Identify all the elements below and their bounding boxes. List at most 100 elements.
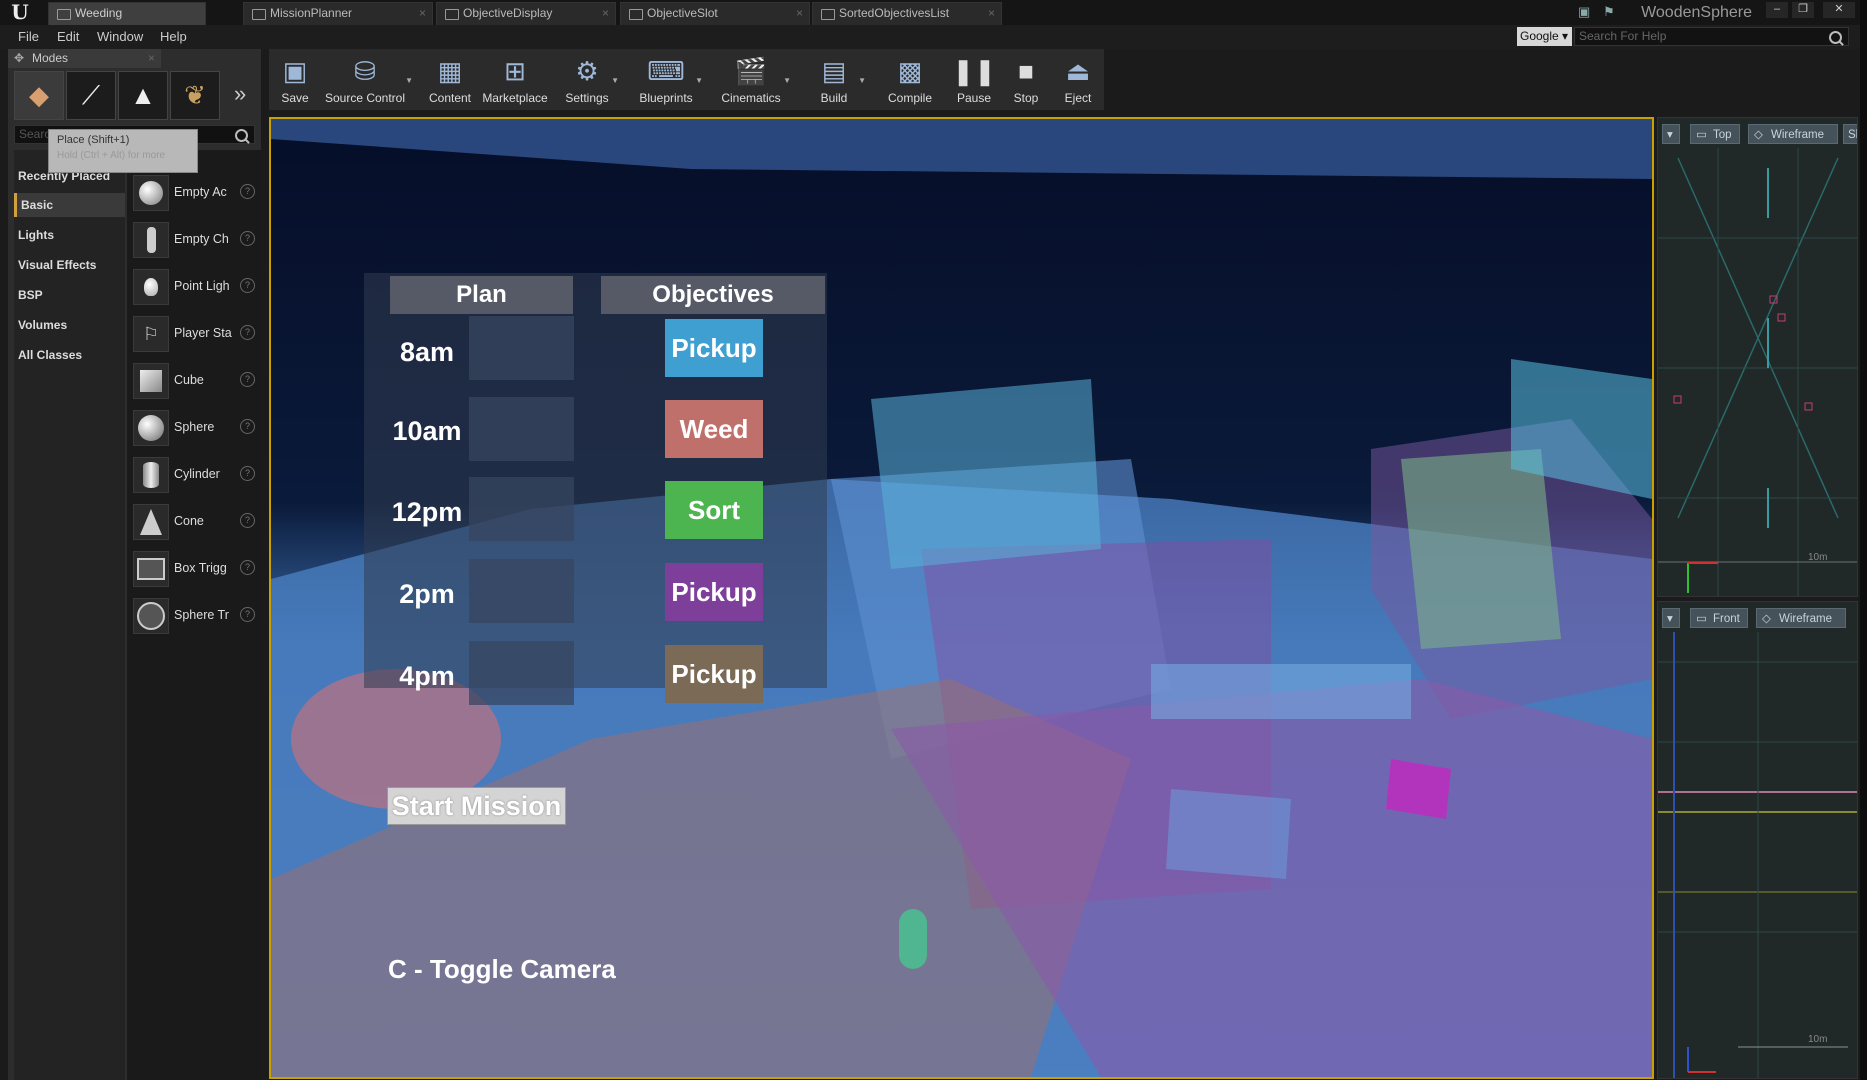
objective-button[interactable]: Pickup [665,319,763,377]
front-view-label: Front [1713,613,1740,625]
time-label: 4pm [399,661,455,691]
top-viewport[interactable]: ▾ ▭ Top ◇ Wireframe Sh 10m [1657,117,1858,597]
list-item[interactable]: Box Trigg? [127,546,261,591]
close-icon[interactable]: × [419,3,426,24]
start-mission-button[interactable]: Start Mission [387,787,566,825]
help-icon[interactable]: ? [240,607,255,622]
plan-slot[interactable] [469,559,574,623]
compile-button[interactable]: ▩ Compile [881,49,939,110]
objective-button[interactable]: Pickup [665,563,763,621]
category-volumes[interactable]: Volumes [14,313,125,337]
viewport-options-button[interactable]: ▾ [1662,608,1680,628]
front-viewport[interactable]: ▾ ▭ Front ◇ Wireframe 10m [1657,601,1858,1079]
list-item[interactable]: Cylinder? [127,452,261,497]
plan-slot[interactable] [469,316,574,380]
menu-edit[interactable]: Edit [57,25,79,49]
build-button[interactable]: ▤ Build ▼ [808,49,866,110]
list-item[interactable]: Sphere Tr? [127,593,261,638]
foliage-mode-button[interactable]: ❦ [170,71,220,120]
tab-weeding[interactable]: Weeding [48,2,206,25]
category-bsp[interactable]: BSP [14,283,125,307]
blueprints-button[interactable]: ⌨ Blueprints ▼ [635,49,703,110]
save-button[interactable]: ▣ Save [269,49,321,110]
eject-button[interactable]: ⏏ Eject [1052,49,1104,110]
close-icon[interactable]: × [988,3,995,24]
front-wireframe-label: Wireframe [1779,613,1833,625]
menu-window[interactable]: Window [97,25,143,49]
help-icon[interactable]: ? [240,278,255,293]
source-control-button[interactable]: ⛁ Source Control ▼ [323,49,413,110]
help-icon[interactable]: ? [240,325,255,340]
list-item[interactable]: Point Ligh? [127,264,261,309]
dropdown-arrow-icon[interactable]: ▼ [405,76,413,85]
content-button[interactable]: ▦ Content [424,49,476,110]
menu-file[interactable]: File [18,25,39,49]
dropdown-arrow-icon[interactable]: ▼ [611,76,619,85]
landscape-mode-button[interactable]: ▲ [118,71,168,120]
minimize-button[interactable]: – [1766,2,1788,18]
unreal-logo[interactable]: U [6,2,34,23]
list-item[interactable]: Cone? [127,499,261,544]
time-label: 12pm [391,497,463,527]
category-lights[interactable]: Lights [14,223,125,247]
help-icon[interactable]: ? [240,513,255,528]
category-all-classes[interactable]: All Classes [14,343,125,367]
tab-objectiveslot[interactable]: ObjectiveSlot × [620,2,810,25]
top-view-button[interactable]: ▭ Top [1690,124,1740,144]
stop-button[interactable]: ■ Stop [1000,49,1052,110]
plan-slot[interactable] [469,641,574,705]
list-item[interactable]: Empty Ch? [127,217,261,262]
list-item[interactable]: ⚐ Player Sta? [127,311,261,356]
help-icon[interactable]: ? [240,466,255,481]
viewport-options-button[interactable]: ▾ [1662,124,1680,144]
paint-mode-button[interactable]: ⟋ [66,71,116,120]
chevron-down-icon: ▾ [1562,29,1569,43]
chat-icon[interactable]: ▣ [1578,4,1594,19]
list-item[interactable]: Empty Ac? [127,170,261,215]
maximize-button[interactable]: ❐ [1792,2,1814,18]
level-viewport[interactable]: Plan Objectives 8am Pickup 10am Weed 12p… [269,117,1654,1079]
help-icon[interactable]: ? [240,184,255,199]
front-wireframe-button[interactable]: ◇ Wireframe [1756,608,1846,628]
window-border [1860,0,1867,1080]
objective-button[interactable]: Sort [665,481,763,539]
tab-missionplanner[interactable]: MissionPlanner × [243,2,433,25]
dropdown-arrow-icon[interactable]: ▼ [858,76,866,85]
list-item[interactable]: Sphere? [127,405,261,450]
cinematics-button[interactable]: 🎬 Cinematics ▼ [717,49,791,110]
top-wireframe-button[interactable]: ◇ Wireframe [1748,124,1838,144]
objective-button[interactable]: Weed [665,400,763,458]
tab-objectivedisplay[interactable]: ObjectiveDisplay × [436,2,616,25]
flag-icon[interactable]: ⚑ [1603,4,1619,19]
front-view-button[interactable]: ▭ Front [1690,608,1748,628]
help-icon[interactable]: ? [240,372,255,387]
plan-slot[interactable] [469,397,574,461]
close-icon[interactable]: × [148,49,155,68]
tab-sortedobjectiveslist[interactable]: SortedObjectivesList × [812,2,1002,25]
close-icon[interactable]: × [796,3,803,24]
modes-icon: ✥ [14,51,25,65]
help-icon[interactable]: ? [240,419,255,434]
show-button[interactable]: Sh [1843,124,1857,144]
plan-slot[interactable] [469,477,574,541]
list-item[interactable]: Cube? [127,358,261,403]
help-search-input[interactable]: Search For Help [1574,27,1849,46]
objective-button[interactable]: Pickup [665,645,763,703]
search-engine-select[interactable]: Google ▾ [1517,27,1572,46]
help-icon[interactable]: ? [240,560,255,575]
marketplace-button[interactable]: ⊞ Marketplace [479,49,551,110]
dropdown-arrow-icon[interactable]: ▼ [783,76,791,85]
place-mode-button[interactable]: ◆ [14,71,64,120]
close-icon[interactable]: × [602,3,609,24]
close-window-button[interactable]: ✕ [1823,2,1855,18]
dropdown-arrow-icon[interactable]: ▼ [695,76,703,85]
pause-button[interactable]: ❚❚ Pause [948,49,1000,110]
category-basic[interactable]: Basic [14,193,125,217]
settings-button[interactable]: ⚙ Settings ▼ [561,49,619,110]
menu-help[interactable]: Help [160,25,187,49]
more-modes-icon[interactable]: » [234,81,246,107]
cone-icon [133,504,169,540]
category-visual-effects[interactable]: Visual Effects [14,253,125,277]
help-icon[interactable]: ? [240,231,255,246]
modes-tab[interactable]: ✥ Modes × [8,49,161,68]
